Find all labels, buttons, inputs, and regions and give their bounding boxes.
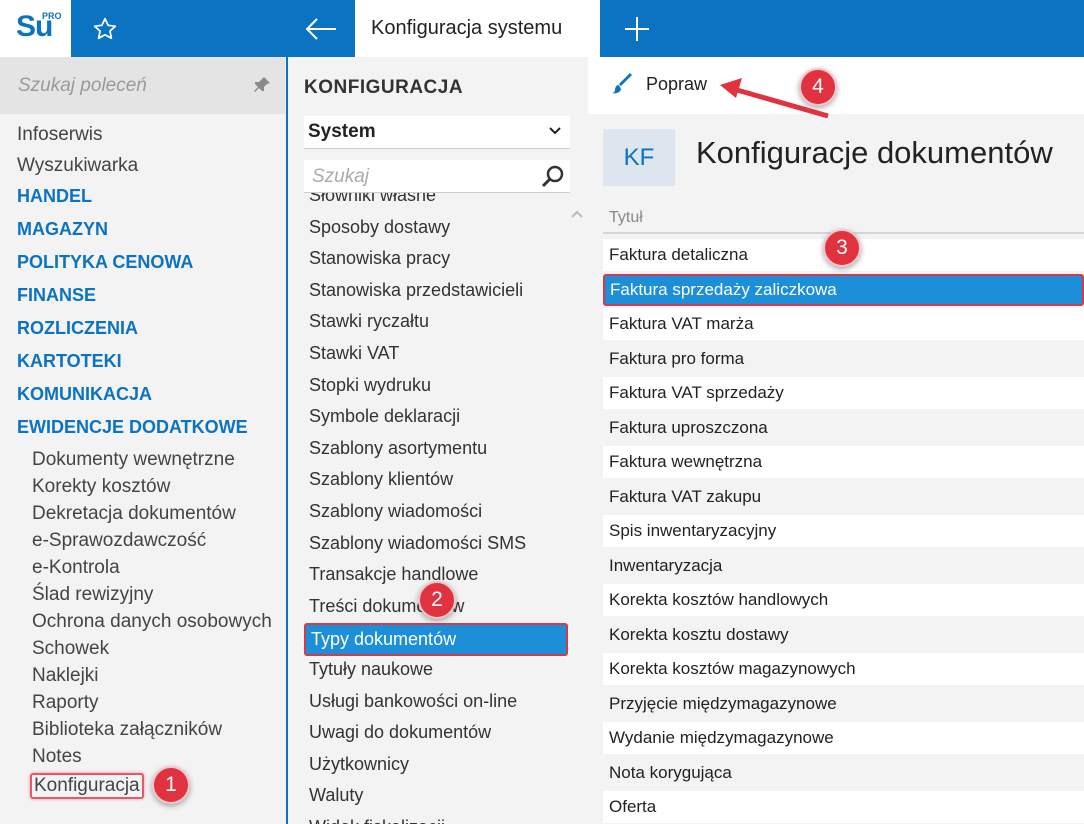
sidebar-item-dokumenty-wewnetrzne[interactable]: Dokumenty wewnętrzne: [32, 449, 235, 471]
sidebar-item-notes[interactable]: Notes: [32, 746, 82, 768]
config-item-sposoby-dostawy[interactable]: Sposoby dostawy: [309, 217, 450, 238]
config-item-uslugi-bankowosci-on-line[interactable]: Usługi bankowości on-line: [309, 691, 517, 712]
app-logo[interactable]: Su PRO: [0, 0, 71, 57]
arrow-left-icon: [305, 18, 336, 40]
table-row[interactable]: Faktura wewnętrzna: [603, 446, 1084, 478]
table-row[interactable]: Faktura VAT sprzedaży: [603, 377, 1084, 409]
annotation-badge-1: 1: [152, 766, 190, 804]
table-row[interactable]: Korekta kosztów magazynowych: [603, 653, 1084, 685]
tab-title: Konfiguracja systemu: [371, 17, 563, 39]
table-row[interactable]: Faktura pro forma: [603, 342, 1084, 375]
table-row[interactable]: Faktura sprzedaży zaliczkowa: [603, 273, 1084, 306]
annotation-badge-3: 3: [823, 229, 861, 267]
config-item-stawki-ryczaltu[interactable]: Stawki ryczałtu: [309, 311, 429, 332]
config-item-szablony-wiadomosci-sms[interactable]: Szablony wiadomości SMS: [309, 533, 526, 554]
plus-icon: [625, 17, 649, 41]
command-search[interactable]: Szukaj poleceń: [0, 57, 285, 114]
page-title: Konfiguracje dokumentów: [696, 135, 1053, 170]
sidebar-item-handel[interactable]: HANDEL: [17, 186, 92, 207]
table-row[interactable]: Faktura VAT zakupu: [603, 480, 1084, 513]
sidebar-item-e-kontrola[interactable]: e-Kontrola: [32, 557, 120, 579]
sidebar-item-schowek[interactable]: Schowek: [32, 638, 109, 660]
config-item-slowniki-wlasne[interactable]: Słowniki własne: [309, 193, 436, 206]
sidebar-item-korekty-kosztow[interactable]: Korekty kosztów: [32, 476, 170, 498]
config-item-widok-fiskalizacji[interactable]: Widok fiskalizacji: [309, 817, 445, 824]
config-item-szablony-klientow[interactable]: Szablony klientów: [309, 469, 453, 490]
sidebar-item-ewidencje-dodatkowe[interactable]: EWIDENCJE DODATKOWE: [17, 417, 248, 438]
config-item-stanowiska-pracy[interactable]: Stanowiska pracy: [309, 248, 450, 269]
table-row[interactable]: Przyjęcie międzymagazynowe: [603, 687, 1084, 720]
config-item-stanowiska-przedstawicieli[interactable]: Stanowiska przedstawicieli: [309, 280, 523, 301]
table-row[interactable]: Spis inwentaryzacyjny: [603, 515, 1084, 547]
new-tab-button[interactable]: [610, 8, 664, 50]
popraw-button[interactable]: Popraw: [612, 73, 707, 95]
config-item-uzytkownicy[interactable]: Użytkownicy: [309, 754, 409, 775]
brush-icon: [612, 73, 632, 94]
sidebar-item-konfiguracja[interactable]: Konfiguracja: [30, 773, 144, 799]
sidebar-item-naklejki[interactable]: Naklejki: [32, 665, 99, 687]
table-row[interactable]: Wydanie międzymagazynowe: [603, 722, 1084, 754]
sidebar-item-dekretacja-dokumentow[interactable]: Dekretacja dokumentów: [32, 503, 236, 525]
config-item-stopki-wydruku[interactable]: Stopki wydruku: [309, 375, 431, 396]
annotation-badge-2: 2: [418, 581, 456, 619]
config-item-symbole-deklaracji[interactable]: Symbole deklaracji: [309, 406, 460, 427]
config-item-transakcje-handlowe[interactable]: Transakcje handlowe: [309, 564, 478, 585]
search-icon[interactable]: [540, 164, 566, 190]
config-category-select[interactable]: System: [304, 116, 570, 149]
top-bar: Su PRO Konfiguracja systemu: [0, 0, 1084, 57]
sidebar-item-finanse[interactable]: FINANSE: [17, 285, 96, 306]
config-item-waluty[interactable]: Waluty: [309, 785, 363, 806]
module-badge-text: KF: [623, 143, 655, 171]
config-list: Słowniki własne Sposoby dostawy Stanowiska…: [288, 193, 588, 824]
sidebar-item-polityka-cenowa[interactable]: POLITYKA CENOWA: [17, 252, 193, 273]
sidebar-item-ochrona-danych-osobowych[interactable]: Ochrona danych osobowych: [32, 611, 272, 633]
sidebar-item-e-sprawozdawczosc[interactable]: e-Sprawozdawczość: [32, 530, 206, 552]
star-icon: [93, 17, 117, 40]
sidebar-item-wyszukiwarka[interactable]: Wyszukiwarka: [17, 155, 138, 177]
popraw-label: Popraw: [646, 73, 708, 94]
sidebar-item-raporty[interactable]: Raporty: [32, 692, 99, 714]
table-row[interactable]: Korekta kosztów handlowych: [603, 584, 1084, 616]
config-item-szablony-asortymentu[interactable]: Szablony asortymentu: [309, 438, 487, 459]
sidebar-item-slad-rewizyjny[interactable]: Ślad rewizyjny: [32, 584, 153, 606]
config-item-typy-dokumentow[interactable]: Typy dokumentów: [304, 623, 568, 657]
annotation-arrow: [720, 78, 829, 119]
sidebar: Szukaj poleceń Infoserwis Wyszukiwarka HAN…: [0, 57, 285, 824]
config-item-stawki-vat[interactable]: Stawki VAT: [309, 343, 399, 364]
table-row[interactable]: Faktura VAT marża: [603, 308, 1084, 340]
config-item-szablony-wiadomosci[interactable]: Szablony wiadomości: [309, 501, 482, 522]
table-row[interactable]: Faktura uproszczona: [603, 411, 1084, 444]
sidebar-item-komunikacja[interactable]: KOMUNIKACJA: [17, 384, 152, 405]
table-row[interactable]: Nota korygująca: [603, 756, 1084, 789]
tab-konfiguracja-systemu[interactable]: Konfiguracja systemu: [355, 0, 600, 57]
command-search-placeholder: Szukaj poleceń: [18, 75, 147, 96]
sidebar-item-rozliczenia[interactable]: ROZLICZENIA: [17, 318, 138, 339]
logo-pro-badge: PRO: [42, 11, 62, 21]
sidebar-item-kartoteki[interactable]: KARTOTEKI: [17, 351, 122, 372]
sidebar-item-magazyn[interactable]: MAGAZYN: [17, 219, 108, 240]
chevron-down-icon: [549, 127, 561, 135]
config-title: KONFIGURACJA: [304, 77, 464, 98]
config-search-placeholder: Szukaj: [312, 166, 370, 187]
module-badge: KF: [603, 129, 675, 186]
config-search-input[interactable]: Szukaj: [304, 160, 570, 193]
table-row[interactable]: Oferta: [603, 791, 1084, 823]
favorite-button[interactable]: [78, 8, 132, 50]
back-button[interactable]: [292, 8, 350, 50]
table-row[interactable]: Korekta kosztu dostawy: [603, 618, 1084, 651]
config-category-value: System: [308, 121, 376, 142]
scroll-up-icon[interactable]: [570, 209, 584, 219]
sidebar-item-infoserwis[interactable]: Infoserwis: [17, 124, 103, 146]
document-config-panel: Popraw KF Konfiguracje dokumentów Tytuł …: [588, 57, 1084, 824]
config-item-uwagi-do-dokumentow[interactable]: Uwagi do dokumentów: [309, 722, 491, 743]
pin-icon[interactable]: [252, 75, 272, 95]
config-panel: KONFIGURACJA System Szukaj Słowniki włas…: [288, 57, 588, 824]
sidebar-item-biblioteka-zalacznikow[interactable]: Biblioteka załączników: [32, 719, 222, 741]
config-item-tytuly-naukowe[interactable]: Tytuły naukowe: [309, 659, 433, 680]
column-header-label: Tytuł: [609, 209, 643, 226]
table-row[interactable]: Inwentaryzacja: [603, 549, 1084, 582]
